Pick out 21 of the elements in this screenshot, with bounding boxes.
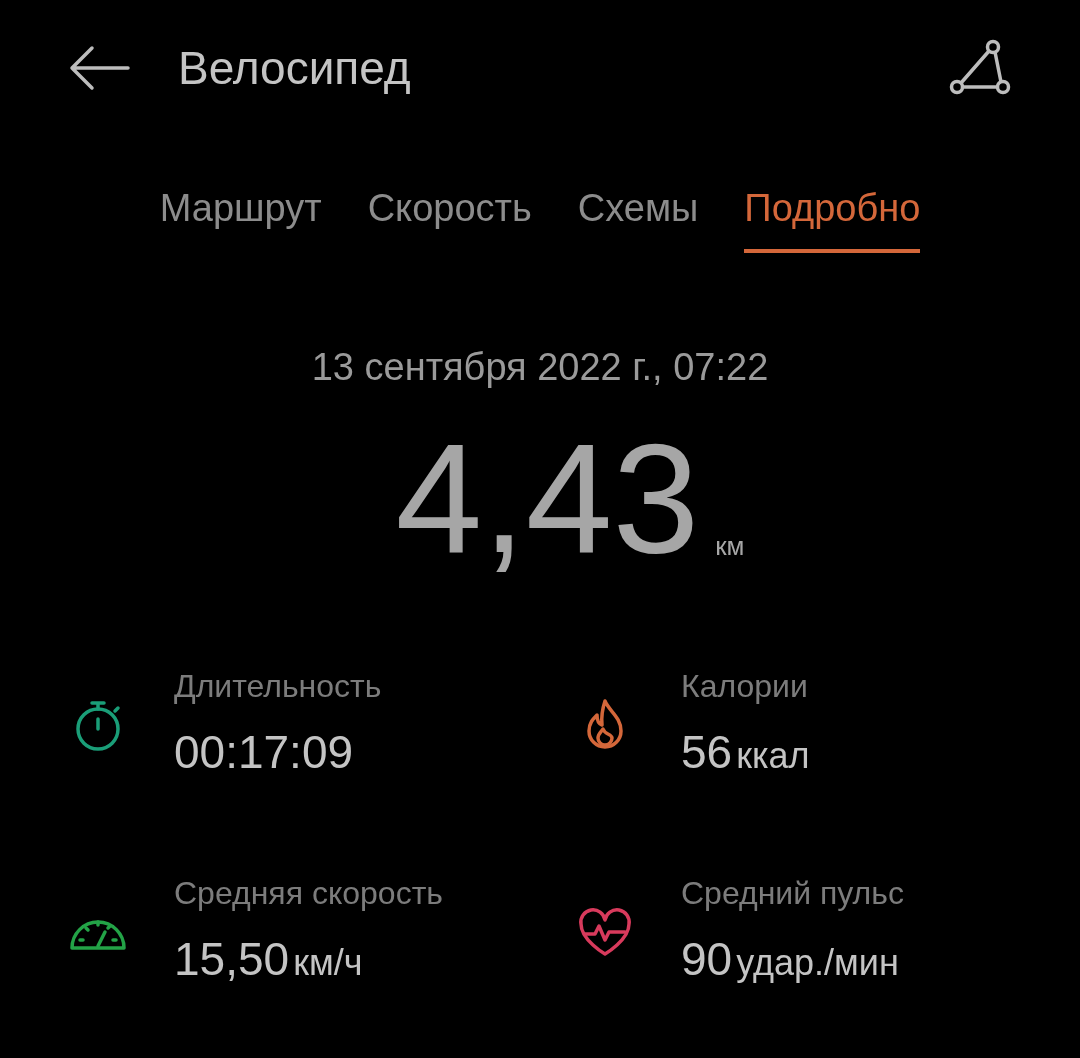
tab[interactable]: Подробно <box>744 180 921 253</box>
stat-label: Калории <box>681 667 809 706</box>
stat-label: Средний пульс <box>681 874 904 913</box>
stat-unit: ккал <box>736 734 810 778</box>
distance-unit: км <box>715 530 745 563</box>
stat-value: 15,50 <box>174 932 290 987</box>
workout-date: 13 сентября 2022 г., 07:22 <box>311 345 769 390</box>
stat-value: 90 <box>681 932 733 987</box>
stat-label: Длительность <box>174 667 382 706</box>
route-icon[interactable] <box>948 39 1012 97</box>
tab[interactable]: Маршрут <box>159 180 322 253</box>
stat-value: 56 <box>681 725 733 780</box>
back-arrow-icon[interactable] <box>68 45 130 91</box>
stat-unit: км/ч <box>293 941 363 985</box>
tab[interactable]: Схемы <box>577 180 699 253</box>
distance-value: 4,43 <box>395 420 700 576</box>
tab[interactable]: Скорость <box>367 180 532 253</box>
stat-label: Средняя скорость <box>174 874 443 913</box>
stat-unit: удар./мин <box>736 941 899 985</box>
stat-value: 00:17:09 <box>174 725 354 780</box>
page-title: Велосипед <box>178 40 411 96</box>
